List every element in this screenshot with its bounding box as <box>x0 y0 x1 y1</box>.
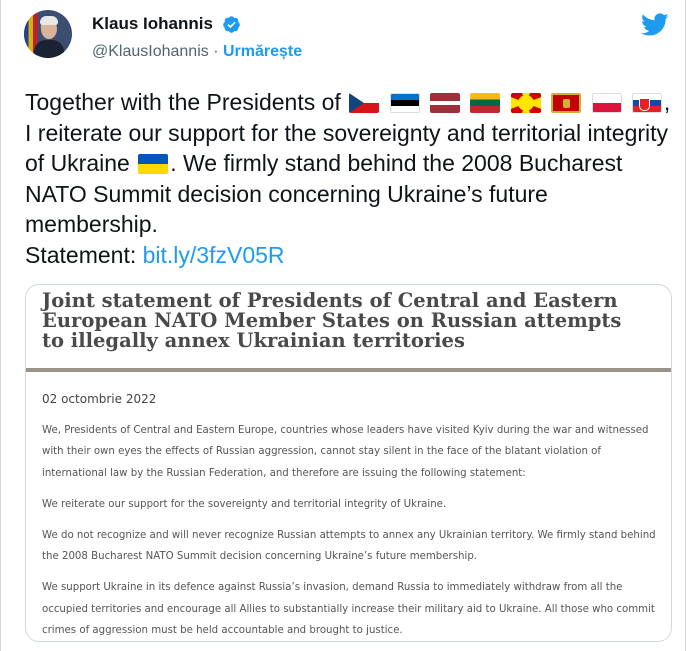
tweet-card: Klaus Iohannis @KlausIohannis · Urmăreșt… <box>0 0 686 651</box>
document-paragraph: We do not recognize and will never recog… <box>42 530 656 563</box>
lithuania-flag-icon <box>470 93 501 113</box>
avatar[interactable] <box>24 10 72 58</box>
slovakia-flag-icon <box>631 93 662 113</box>
avatar-suit <box>34 40 64 58</box>
tweet-text-part1: Together with the Presidents of <box>25 89 348 115</box>
document-divider <box>26 368 671 372</box>
verified-badge-icon <box>223 16 240 33</box>
montenegro-flag-icon <box>551 93 582 113</box>
czech-flag-icon <box>349 93 380 113</box>
document-date: 02 octombrie 2022 <box>42 392 157 406</box>
handle-row: @KlausIohannis · Urmărește <box>92 43 302 61</box>
estonia-flag-icon <box>389 93 420 113</box>
attached-image[interactable]: Joint statement of Presidents of Central… <box>25 284 672 642</box>
latvia-flag-icon <box>429 93 460 113</box>
north-macedonia-flag-icon <box>510 93 541 113</box>
ukraine-flag-icon <box>138 154 169 174</box>
follow-button[interactable]: Urmărește <box>223 43 302 60</box>
twitter-bird-icon[interactable] <box>641 13 669 37</box>
statement-label: Statement: <box>25 241 143 268</box>
document-title: Joint statement of Presidents of Central… <box>42 289 622 352</box>
tweet-text: Together with the Presidents of , I reit… <box>25 87 675 270</box>
author-name[interactable]: Klaus Iohannis <box>92 14 213 34</box>
document-paragraph: We, Presidents of Central and Eastern Eu… <box>42 425 649 479</box>
author-handle[interactable]: @KlausIohannis <box>92 43 209 60</box>
document-paragraph: We reiterate our support for the soverei… <box>42 498 447 510</box>
poland-flag-icon <box>591 93 622 113</box>
document-paragraph: We support Ukraine in its defence agains… <box>42 582 655 636</box>
separator: · <box>213 43 219 60</box>
statement-link[interactable]: bit.ly/3fzV05R <box>143 242 285 268</box>
avatar-hair <box>40 16 58 25</box>
document-body: 02 octombrie 2022 We, Presidents of Cent… <box>42 389 658 641</box>
